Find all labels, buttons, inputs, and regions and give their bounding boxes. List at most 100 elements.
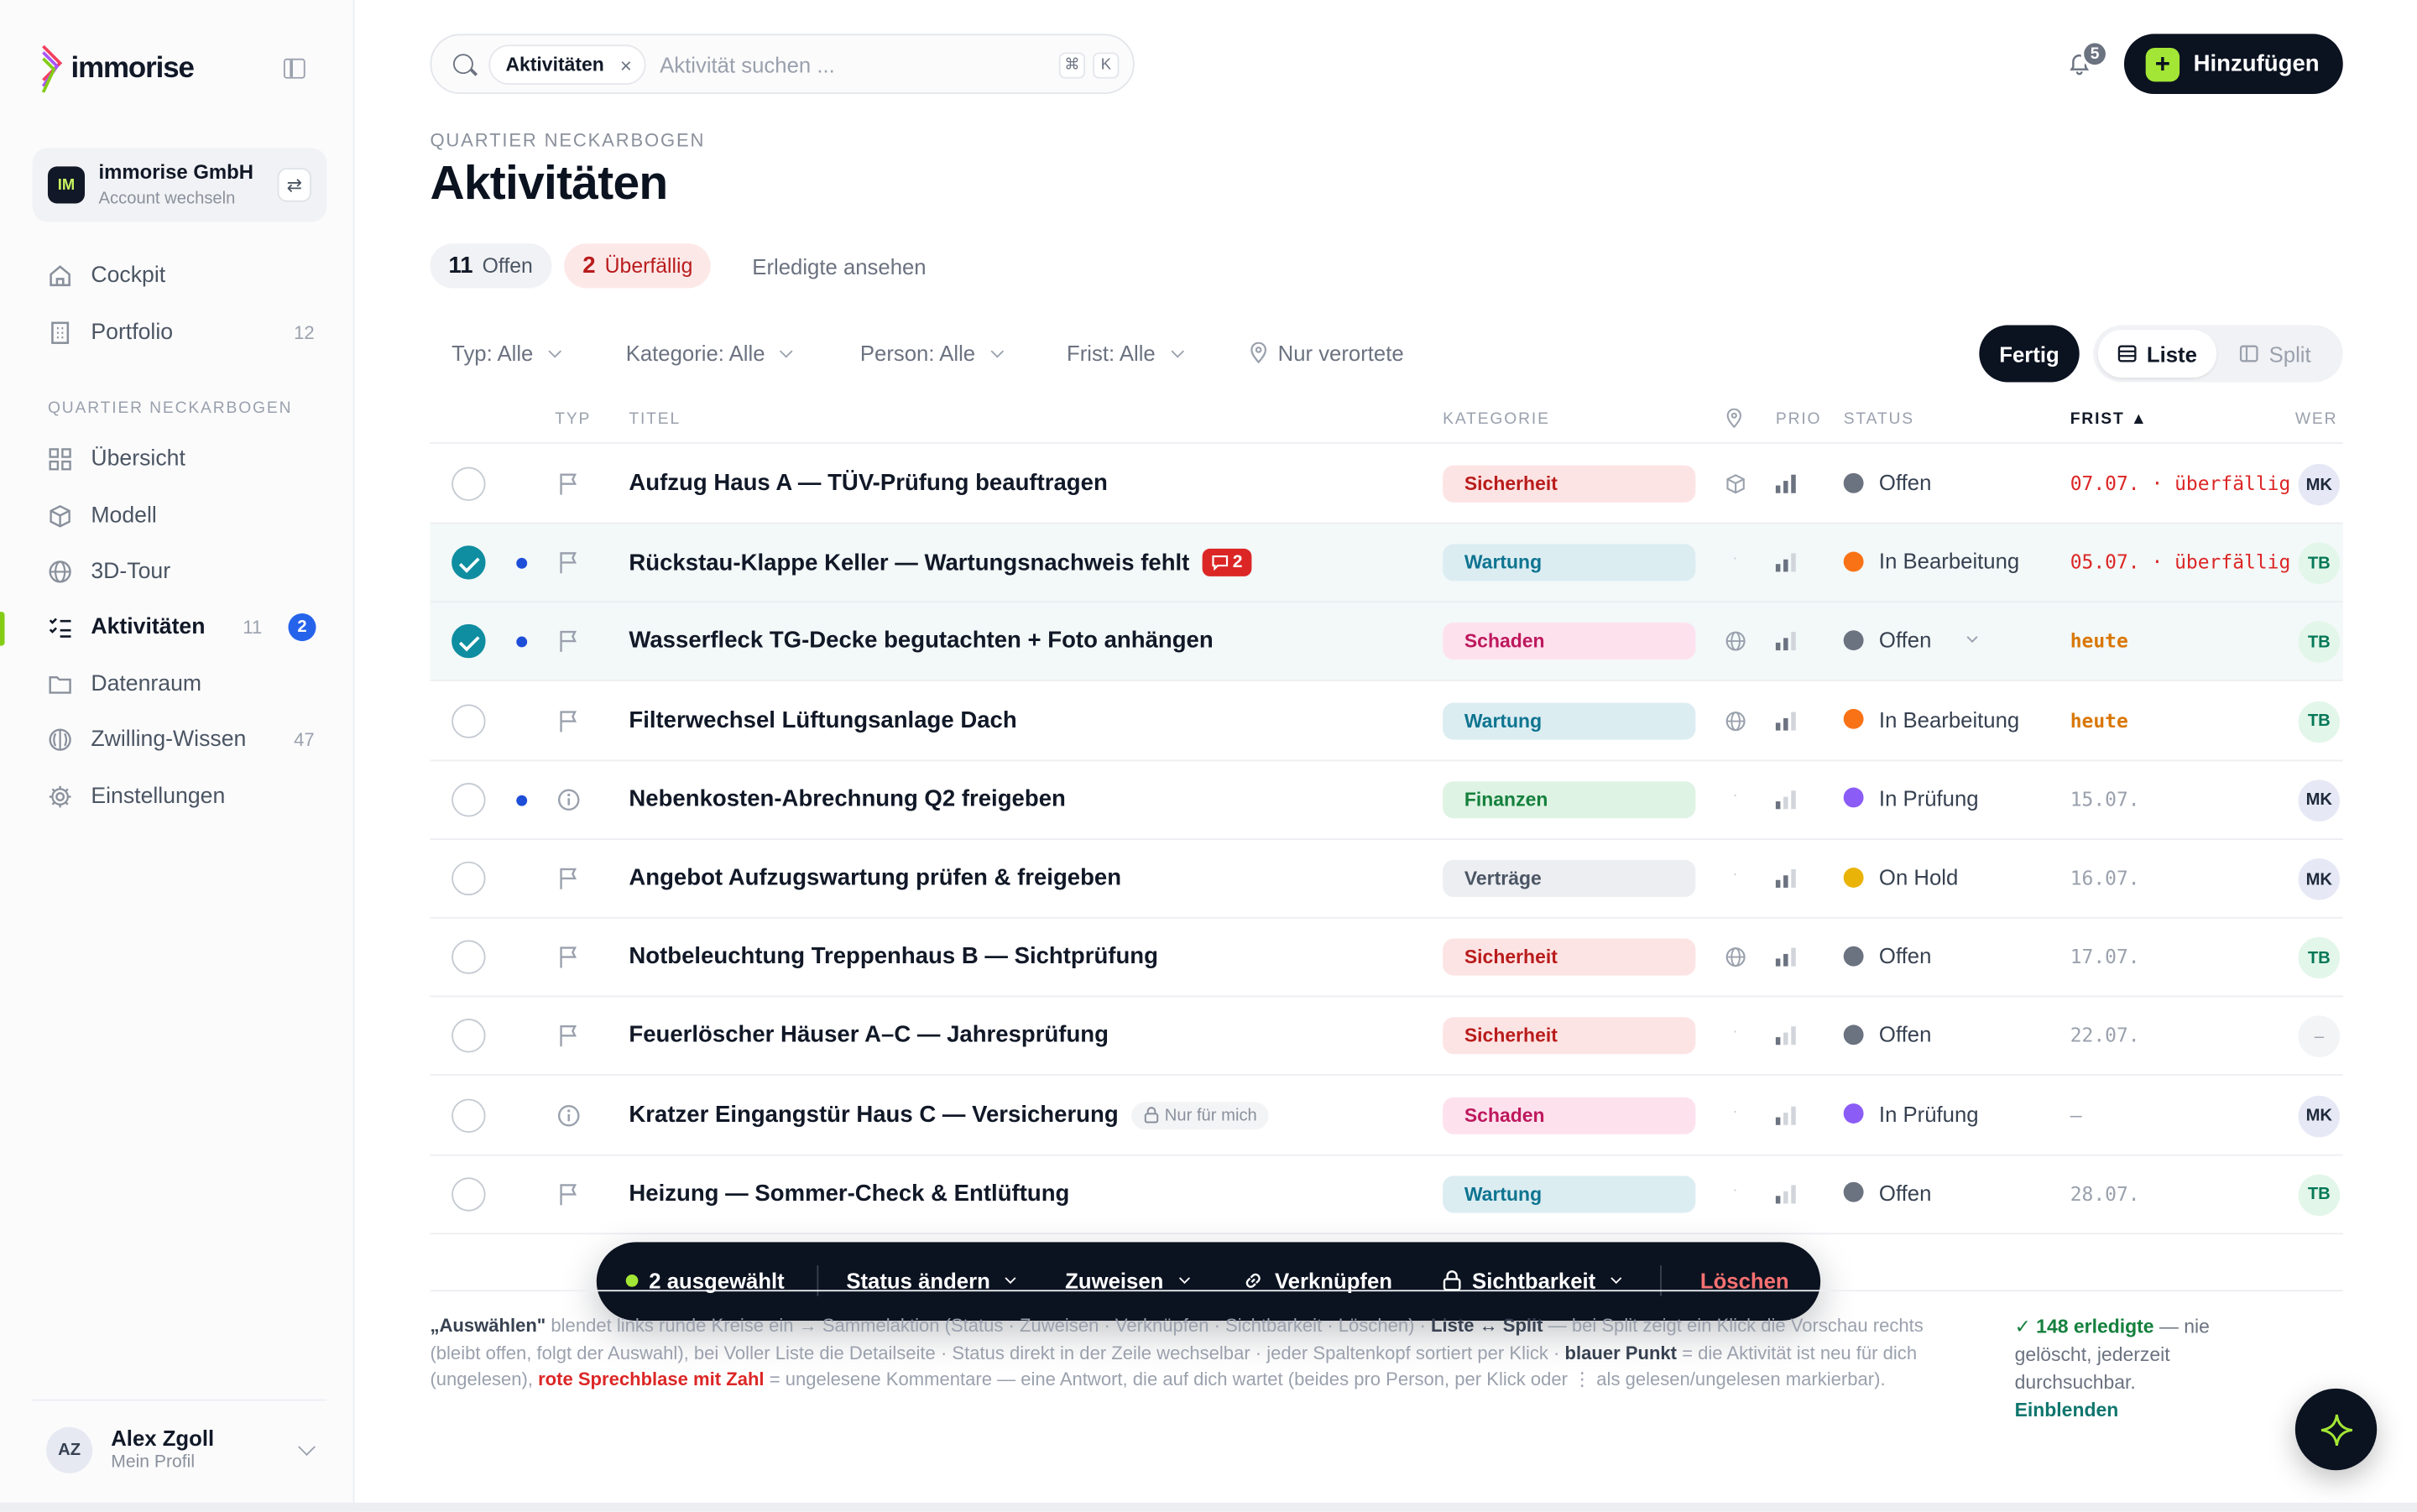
table-row[interactable]: Nebenkosten-Abrechnung Q2 freigeben Finan… (430, 761, 2343, 840)
show-done-link[interactable]: Einblenden (2015, 1400, 2119, 1421)
unread-comments-badge[interactable]: 2 (1202, 549, 1252, 577)
assignee-avatar[interactable]: TB (2298, 937, 2341, 979)
assignee-avatar[interactable]: MK (2298, 463, 2341, 506)
row-select-checkbox[interactable] (452, 782, 486, 817)
priority-bar (1791, 947, 1796, 967)
sidebar-toggle-icon[interactable] (283, 58, 305, 79)
table-row[interactable]: Filterwechsel Lüftungsanlage Dach Wartung… (430, 682, 2343, 761)
row-select-checkbox[interactable] (452, 703, 486, 738)
column-header-prio[interactable]: PRIO (1776, 410, 1821, 429)
filter-type[interactable]: Typ: Alle (452, 341, 561, 365)
assignee-avatar[interactable]: TB (2298, 621, 2341, 664)
row-select-checkbox[interactable] (452, 1176, 486, 1212)
row-title[interactable]: Wasserfleck TG-Decke begutachten + Foto … (629, 628, 1213, 654)
assignee-avatar[interactable]: – (2298, 1016, 2341, 1058)
sidebar-item-modell[interactable]: Modell (33, 493, 327, 540)
table-row[interactable]: Angebot Aufzugswartung prüfen & freigebe… (430, 840, 2343, 919)
row-select-checkbox[interactable] (452, 545, 486, 580)
search-input[interactable]: Aktivität suchen ... (660, 52, 835, 76)
row-title[interactable]: Notbeleuchtung Treppenhaus B — Sichtprüf… (629, 943, 1158, 969)
filter-person[interactable]: Person: Alle (860, 341, 1004, 365)
globe-icon[interactable] (1725, 631, 1746, 653)
status-selector[interactable]: In Prüfung (1843, 785, 1979, 811)
close-icon[interactable]: × (620, 54, 632, 77)
search-scope-chip[interactable]: Aktivitäten × (488, 44, 646, 86)
column-header-title[interactable]: TITEL (629, 410, 681, 429)
row-title[interactable]: Aufzug Haus A — TÜV-Prüfung beauftragen (629, 470, 1107, 496)
assignee-avatar[interactable]: MK (2298, 1095, 2341, 1137)
sidebar-item-einstellungen[interactable]: Einstellungen (33, 774, 327, 820)
filter-located[interactable]: Nur verortete (1249, 341, 1404, 365)
show-done-link[interactable]: Erledigte ansehen (752, 243, 926, 288)
sidebar-item-uebersicht[interactable]: Übersicht (33, 436, 327, 482)
assignee-avatar[interactable]: TB (2298, 542, 2341, 585)
sidebar-item-3d-tour[interactable]: 3D-Tour (33, 549, 327, 595)
status-selector[interactable]: In Prüfung (1843, 1101, 1979, 1126)
row-select-checkbox[interactable] (452, 467, 486, 501)
table-row[interactable]: Wasserfleck TG-Decke begutachten + Foto … (430, 602, 2343, 682)
assistant-button[interactable] (2294, 1388, 2378, 1471)
row-select-checkbox[interactable] (452, 624, 486, 659)
account-switcher[interactable]: IM immorise GmbH Account wechseln ⇄ (32, 148, 327, 222)
add-button[interactable]: + Hinzufügen (2123, 34, 2343, 95)
row-title[interactable]: Kratzer Eingangstür Haus C — Versicherun… (629, 1101, 1270, 1129)
split-icon (2239, 345, 2258, 362)
table-row[interactable]: Heizung — Sommer-Check & Entlüftung Wartu… (430, 1155, 2343, 1234)
table-row[interactable]: Notbeleuchtung Treppenhaus B — Sichtprüf… (430, 919, 2343, 998)
status-selector[interactable]: Offen (1843, 628, 1978, 653)
column-header-type[interactable]: TYP (555, 410, 591, 429)
unread-dot[interactable] (516, 558, 528, 570)
row-title[interactable]: Filterwechsel Lüftungsanlage Dach (629, 706, 1016, 733)
row-title[interactable]: Feuerlöscher Häuser A–C — Jahresprüfung (629, 1022, 1109, 1048)
row-select-checkbox[interactable] (452, 1019, 486, 1054)
status-selector[interactable]: Offen (1843, 1022, 1931, 1047)
switch-icon[interactable]: ⇄ (277, 168, 312, 202)
column-header-category[interactable]: KATEGORIE (1443, 410, 1550, 429)
table-row[interactable]: Rückstau-Klappe Keller — Wartungsnachwei… (430, 524, 2343, 603)
status-selector[interactable]: On Hold (1843, 864, 1958, 889)
sidebar-item-portfolio[interactable]: Portfolio 12 (33, 310, 327, 356)
column-header-deadline[interactable]: FRIST ▲ (2070, 410, 2148, 429)
assignee-avatar[interactable]: MK (2298, 779, 2341, 821)
sidebar-item-datenraum[interactable]: Datenraum (33, 661, 327, 707)
filter-deadline[interactable]: Frist: Alle (1067, 341, 1184, 365)
assignee-avatar[interactable]: MK (2298, 858, 2341, 900)
tab-overdue[interactable]: 2 Überfällig (564, 243, 712, 289)
row-title[interactable]: Nebenkosten-Abrechnung Q2 freigeben (629, 785, 1065, 811)
table-row[interactable]: Kratzer Eingangstür Haus C — Versicherun… (430, 1077, 2343, 1155)
sidebar-item-aktivitaeten[interactable]: Aktivitäten 11 2 (33, 604, 327, 650)
globe-icon[interactable] (1725, 946, 1746, 968)
unread-dot[interactable] (516, 637, 528, 649)
row-title[interactable]: Angebot Aufzugswartung prüfen & freigebe… (629, 864, 1121, 890)
logo[interactable]: immorise (41, 44, 195, 93)
row-select-checkbox[interactable] (452, 861, 486, 896)
column-header-status[interactable]: STATUS (1844, 410, 1914, 429)
view-list-button[interactable]: Liste (2097, 330, 2217, 378)
done-button[interactable]: Fertig (1979, 325, 2080, 383)
status-selector[interactable]: Offen (1843, 470, 1931, 495)
assignee-avatar[interactable]: TB (2298, 700, 2341, 743)
table-row[interactable]: Feuerlöscher Häuser A–C — Jahresprüfung S… (430, 998, 2343, 1077)
assignee-avatar[interactable]: TB (2298, 1174, 2341, 1216)
sidebar-item-zwilling-wissen[interactable]: Zwilling-Wissen 47 (33, 717, 327, 763)
filter-category[interactable]: Kategorie: Alle (626, 341, 794, 365)
row-title[interactable]: Rückstau-Klappe Keller — Wartungsnachwei… (629, 549, 1252, 577)
status-selector[interactable]: In Bearbeitung (1843, 549, 2019, 574)
status-selector[interactable]: Offen (1843, 1181, 1931, 1205)
view-split-button[interactable]: Split (2239, 330, 2311, 378)
cube-icon[interactable] (1725, 473, 1746, 495)
search-bar[interactable]: Aktivitäten × Aktivität suchen ... ⌘ K (430, 34, 1135, 95)
row-select-checkbox[interactable] (452, 1098, 486, 1133)
sidebar-item-cockpit[interactable]: Cockpit (33, 253, 327, 299)
tab-open[interactable]: 11 Offen (430, 243, 551, 289)
table-row[interactable]: Aufzug Haus A — TÜV-Prüfung beauftragen S… (430, 446, 2343, 524)
status-selector[interactable]: Offen (1843, 943, 1931, 968)
location-pin-icon[interactable] (1725, 408, 1743, 429)
row-select-checkbox[interactable] (452, 940, 486, 975)
profile-menu[interactable]: AZ Alex Zgoll Mein Profil (32, 1399, 327, 1492)
column-header-who[interactable]: WER (2295, 410, 2338, 429)
row-title[interactable]: Heizung — Sommer-Check & Entlüftung (629, 1181, 1069, 1207)
unread-dot[interactable] (516, 795, 528, 806)
globe-icon[interactable] (1725, 710, 1746, 732)
status-selector[interactable]: In Bearbeitung (1843, 706, 2019, 732)
